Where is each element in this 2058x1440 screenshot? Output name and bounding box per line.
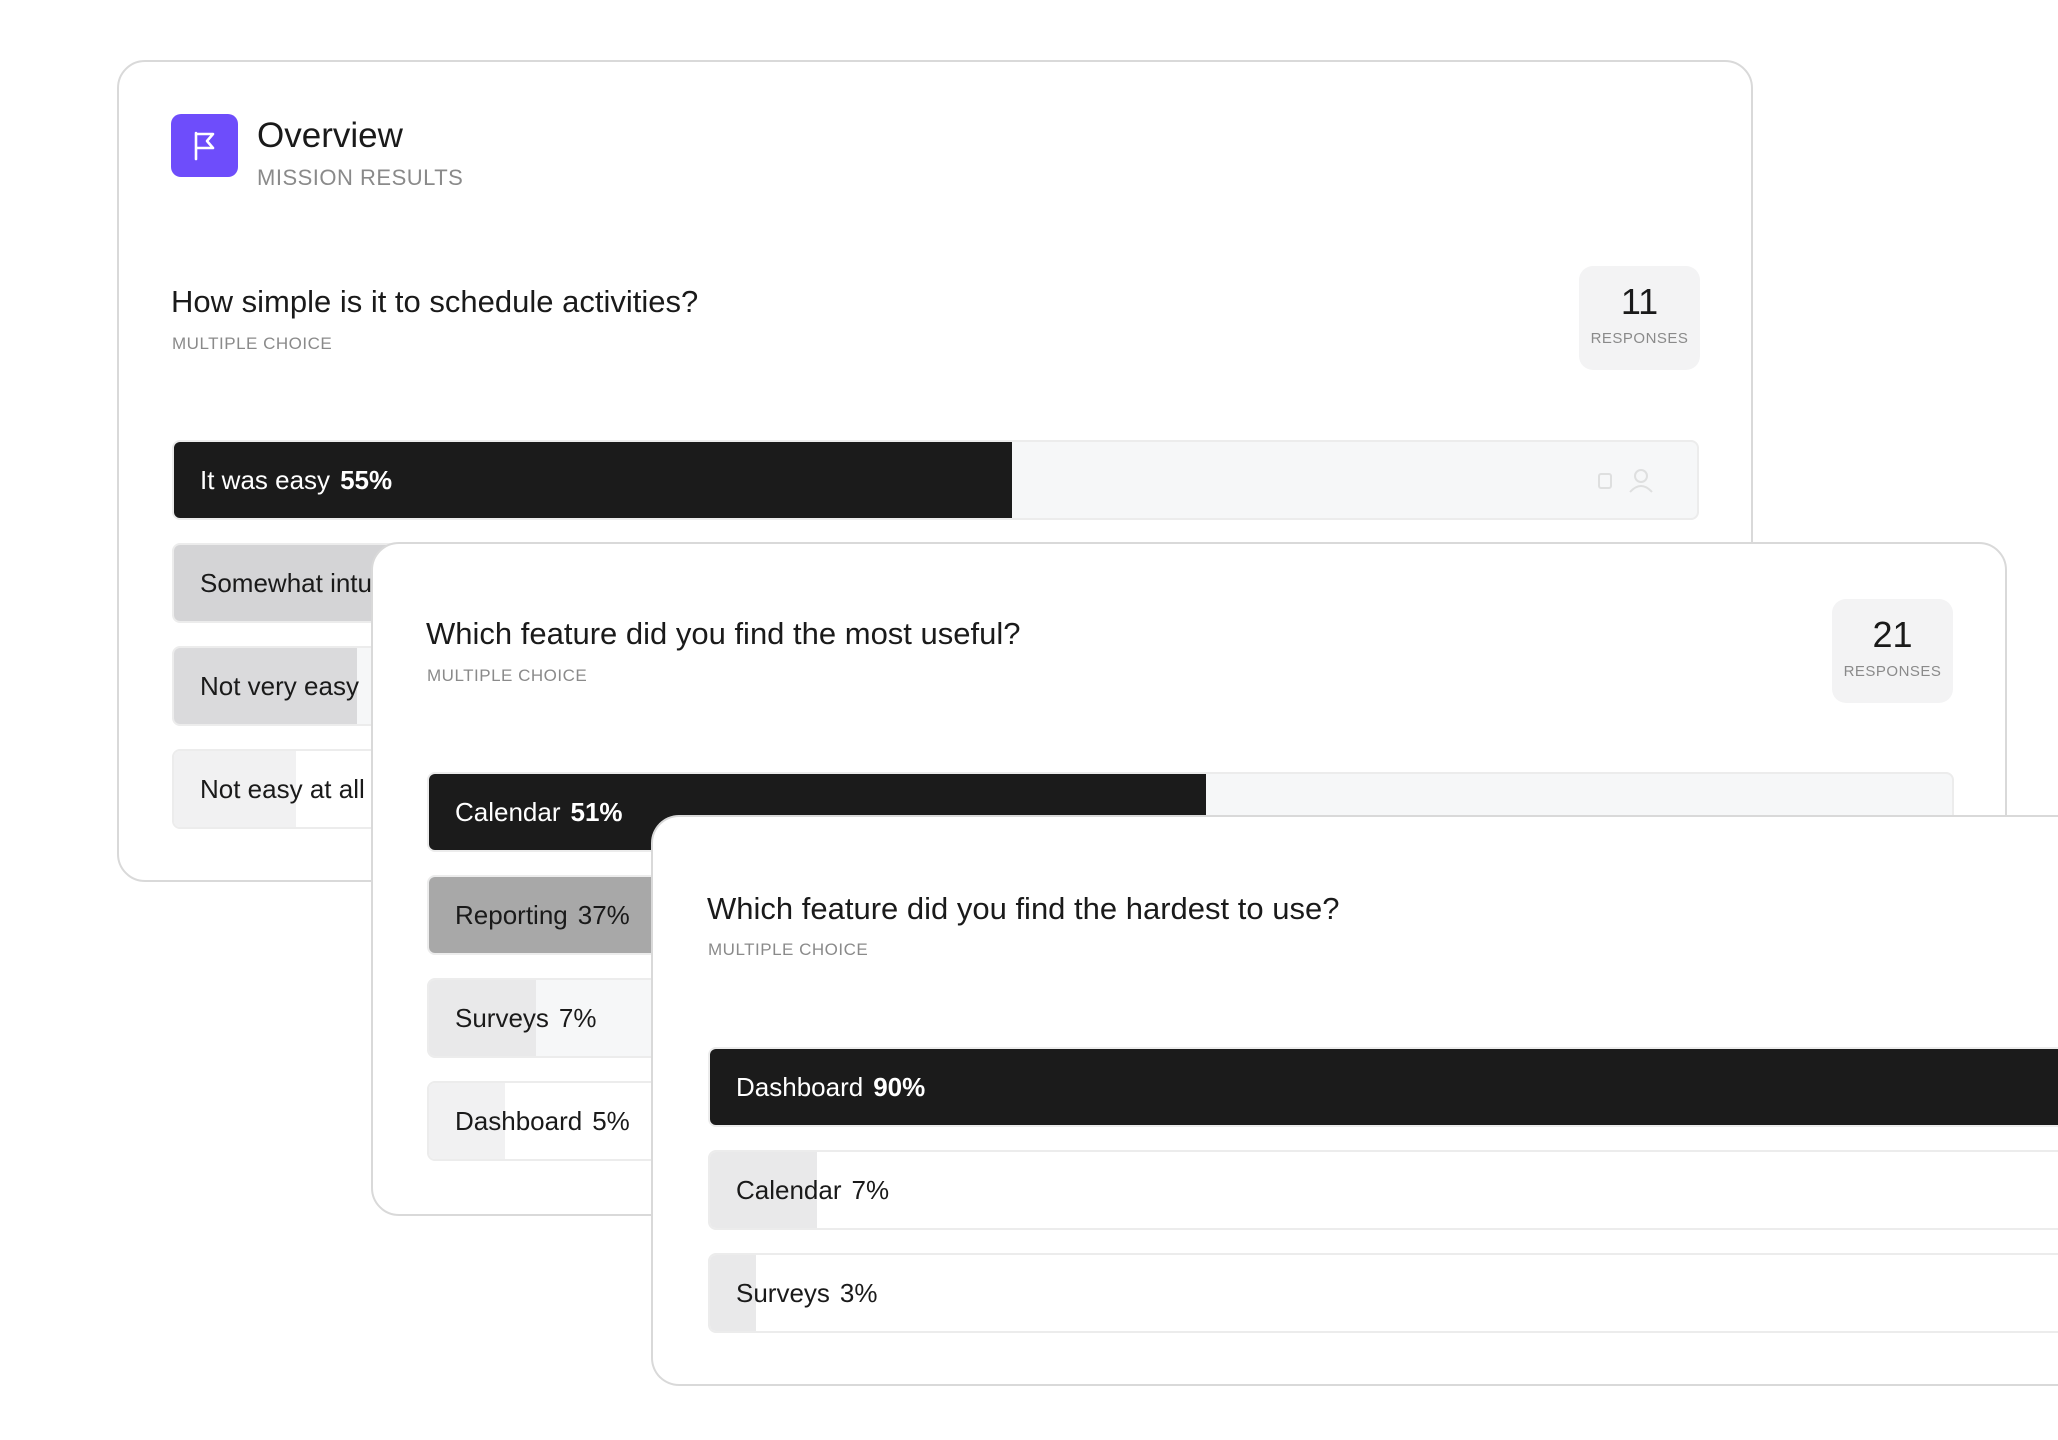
option-text: Calendar	[455, 796, 561, 827]
option-label: Surveys 7%	[455, 980, 597, 1056]
question-type: MULTIPLE CHOICE	[708, 940, 869, 959]
option-label: Dashboard 5%	[455, 1083, 630, 1159]
flag-icon	[171, 114, 238, 177]
responses-label: RESPONSES	[1843, 663, 1942, 680]
option-percent: 7%	[851, 1174, 890, 1205]
option-label: Reporting 37%	[455, 877, 630, 953]
option-percent: 90%	[873, 1071, 926, 1102]
option-text: Reporting	[455, 899, 568, 930]
option-text: Dashboard	[455, 1105, 583, 1136]
option-label: Not very easy	[200, 648, 359, 724]
option-percent: 7%	[558, 1002, 597, 1033]
option-text: Somewhat intu	[200, 567, 372, 598]
option-text: Surveys	[736, 1277, 830, 1308]
option-text: Calendar	[736, 1174, 842, 1205]
option-text: Surveys	[455, 1002, 549, 1033]
question-card: Which feature did you find the hardest t…	[651, 815, 2058, 1386]
question-title: Which feature did you find the hardest t…	[707, 891, 1340, 926]
option-label: Surveys 3%	[736, 1255, 878, 1331]
option-bar[interactable]: Calendar 7%	[708, 1150, 2058, 1230]
overview-header: Overview MISSION RESULTS	[171, 114, 463, 191]
option-percent: 5%	[592, 1105, 630, 1136]
question-title: How simple is it to schedule activities?	[171, 284, 699, 319]
voters-icon	[1598, 469, 1653, 493]
responses-label: RESPONSES	[1590, 330, 1689, 347]
option-text: Not easy at all	[200, 773, 365, 804]
option-label: Somewhat intu	[200, 545, 372, 621]
option-bar[interactable]: It was easy 55%	[172, 440, 1699, 520]
option-percent: 3%	[839, 1277, 878, 1308]
option-bar[interactable]: Dashboard 90%	[708, 1047, 2058, 1127]
question-type: MULTIPLE CHOICE	[172, 334, 333, 353]
option-label: Calendar 7%	[736, 1152, 889, 1228]
overview-subtitle: MISSION RESULTS	[257, 165, 464, 190]
question-title: Which feature did you find the most usef…	[426, 616, 1021, 651]
question-type: MULTIPLE CHOICE	[427, 666, 588, 685]
responses-count: 11	[1620, 281, 1659, 322]
option-percent: 51%	[570, 796, 623, 827]
option-text: Not very easy	[200, 670, 359, 701]
responses-badge: 21 RESPONSES	[1832, 599, 1953, 703]
option-bar[interactable]: Surveys 3%	[708, 1253, 2058, 1333]
option-percent: 37%	[577, 899, 630, 930]
option-label: Dashboard 90%	[736, 1049, 925, 1125]
option-text: Dashboard	[736, 1071, 864, 1102]
option-label: Not easy at all	[200, 751, 365, 827]
option-label: It was easy 55%	[200, 442, 392, 518]
responses-count: 21	[1872, 614, 1913, 655]
option-text: It was easy	[200, 464, 331, 495]
overview-title: Overview	[257, 116, 403, 155]
option-percent: 55%	[340, 464, 393, 495]
responses-badge: 11 RESPONSES	[1579, 266, 1700, 370]
option-label: Calendar 51%	[455, 774, 623, 850]
